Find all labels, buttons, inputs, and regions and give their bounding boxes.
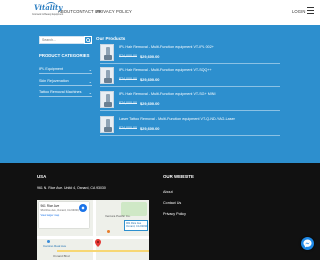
nav-about[interactable]: ABOUT (58, 9, 73, 14)
footer-link-about[interactable]: About (163, 190, 173, 194)
map-location-box: 961 Rice Ave Oxnard, CA 93030 (124, 220, 148, 231)
product-item[interactable]: IPL Hair Removal - Multi-Function equipm… (100, 65, 280, 87)
product-item[interactable]: IPL Hair Removal - Multi-Function equipm… (100, 42, 280, 64)
site-header: Vitality Cosmetic & Beauty Equipment ABO… (0, 0, 320, 25)
product-image[interactable] (100, 67, 114, 84)
product-name[interactable]: IPL Hair Removal - Multi-Function equipm… (119, 92, 216, 96)
category-label: Skin Rejuvenation (39, 79, 69, 83)
category-tattoo-removal[interactable]: Tattoo Removal Machines ⌄ (39, 90, 92, 97)
product-old-price: $74,000.00 (119, 54, 137, 58)
messenger-chat-button[interactable] (301, 237, 314, 250)
product-image[interactable] (100, 91, 114, 108)
footer-website-title: OUR WEBSITE (163, 174, 194, 179)
map-box-subtitle: Oxnard, CA 93030 (126, 225, 148, 228)
product-item[interactable]: Laser Tattoo Removal - Multi-Function eq… (100, 114, 280, 136)
map-pin-icon[interactable] (95, 239, 101, 247)
menu-icon[interactable] (307, 7, 314, 14)
map-info-card: 961 Rice Ave 961 Rice Ave, Oxnard, CA 93… (39, 202, 89, 228)
product-name[interactable]: IPL Hair Removal - Multi-Function equipm… (119, 68, 212, 72)
site-logo[interactable]: Vitality Cosmetic & Beauty Equipment (32, 2, 63, 22)
product-item[interactable]: IPL Hair Removal - Multi-Function equipm… (100, 89, 280, 111)
product-name[interactable]: Laser Tattoo Removal - Multi-Function eq… (119, 117, 235, 121)
category-ipl-equipment[interactable]: IPL Equipment ⌄ (39, 67, 92, 74)
directions-icon[interactable] (79, 204, 87, 212)
messenger-icon (303, 239, 312, 248)
product-price: $29,600.00 (140, 77, 160, 82)
map-label: Camino Real Ave (43, 244, 67, 248)
map-poi-icon[interactable] (107, 230, 110, 233)
product-old-price: $74,000.00 (119, 126, 137, 130)
map-road (57, 250, 149, 252)
categories-title: PRODUCT CATEGORIES (39, 53, 90, 58)
category-label: IPL Equipment (39, 67, 64, 71)
view-larger-map-link[interactable]: View larger map (41, 214, 88, 217)
product-image[interactable] (100, 44, 114, 61)
category-label: Tattoo Removal Machines (39, 90, 82, 94)
product-price: $29,600.00 (140, 54, 160, 59)
google-map[interactable]: 961 Rice Ave 961 Rice Ave, Oxnard, CA 93… (37, 200, 149, 260)
map-label: Ventura Pacific Co. (105, 214, 131, 218)
map-poi-icon[interactable] (47, 240, 50, 243)
search-icon (86, 38, 91, 43)
product-old-price: $74,000.00 (119, 77, 137, 81)
product-price: $29,600.00 (140, 101, 160, 106)
map-label: Oxnard Blvd (53, 254, 70, 258)
chevron-down-icon[interactable]: ⌄ (89, 79, 92, 84)
search-button[interactable] (84, 36, 92, 44)
login-link[interactable]: LOGIN (292, 9, 306, 14)
chevron-down-icon[interactable]: ⌄ (89, 67, 92, 72)
category-skin-rejuvenation[interactable]: Skin Rejuvenation ⌄ (39, 79, 92, 86)
chevron-down-icon[interactable]: ⌄ (89, 90, 92, 95)
footer-link-contact[interactable]: Contact Us (163, 201, 181, 205)
product-price: $29,600.00 (140, 126, 160, 131)
footer-link-privacy[interactable]: Privacy Policy (163, 212, 186, 216)
product-old-price: $74,000.00 (119, 101, 137, 105)
footer-region-title: USA (37, 174, 47, 179)
products-title: Our Products (96, 36, 126, 41)
product-name[interactable]: IPL Hair Removal - Multi-Function equipm… (119, 45, 214, 49)
logo-subtitle: Cosmetic & Beauty Equipment (32, 14, 64, 16)
product-image[interactable] (100, 116, 114, 133)
nav-privacy-policy[interactable]: PRIVACY POLICY (96, 9, 132, 14)
footer-address: 961 N. Rice Ave. Unit# 4, Oxnard, CA 930… (37, 186, 106, 190)
